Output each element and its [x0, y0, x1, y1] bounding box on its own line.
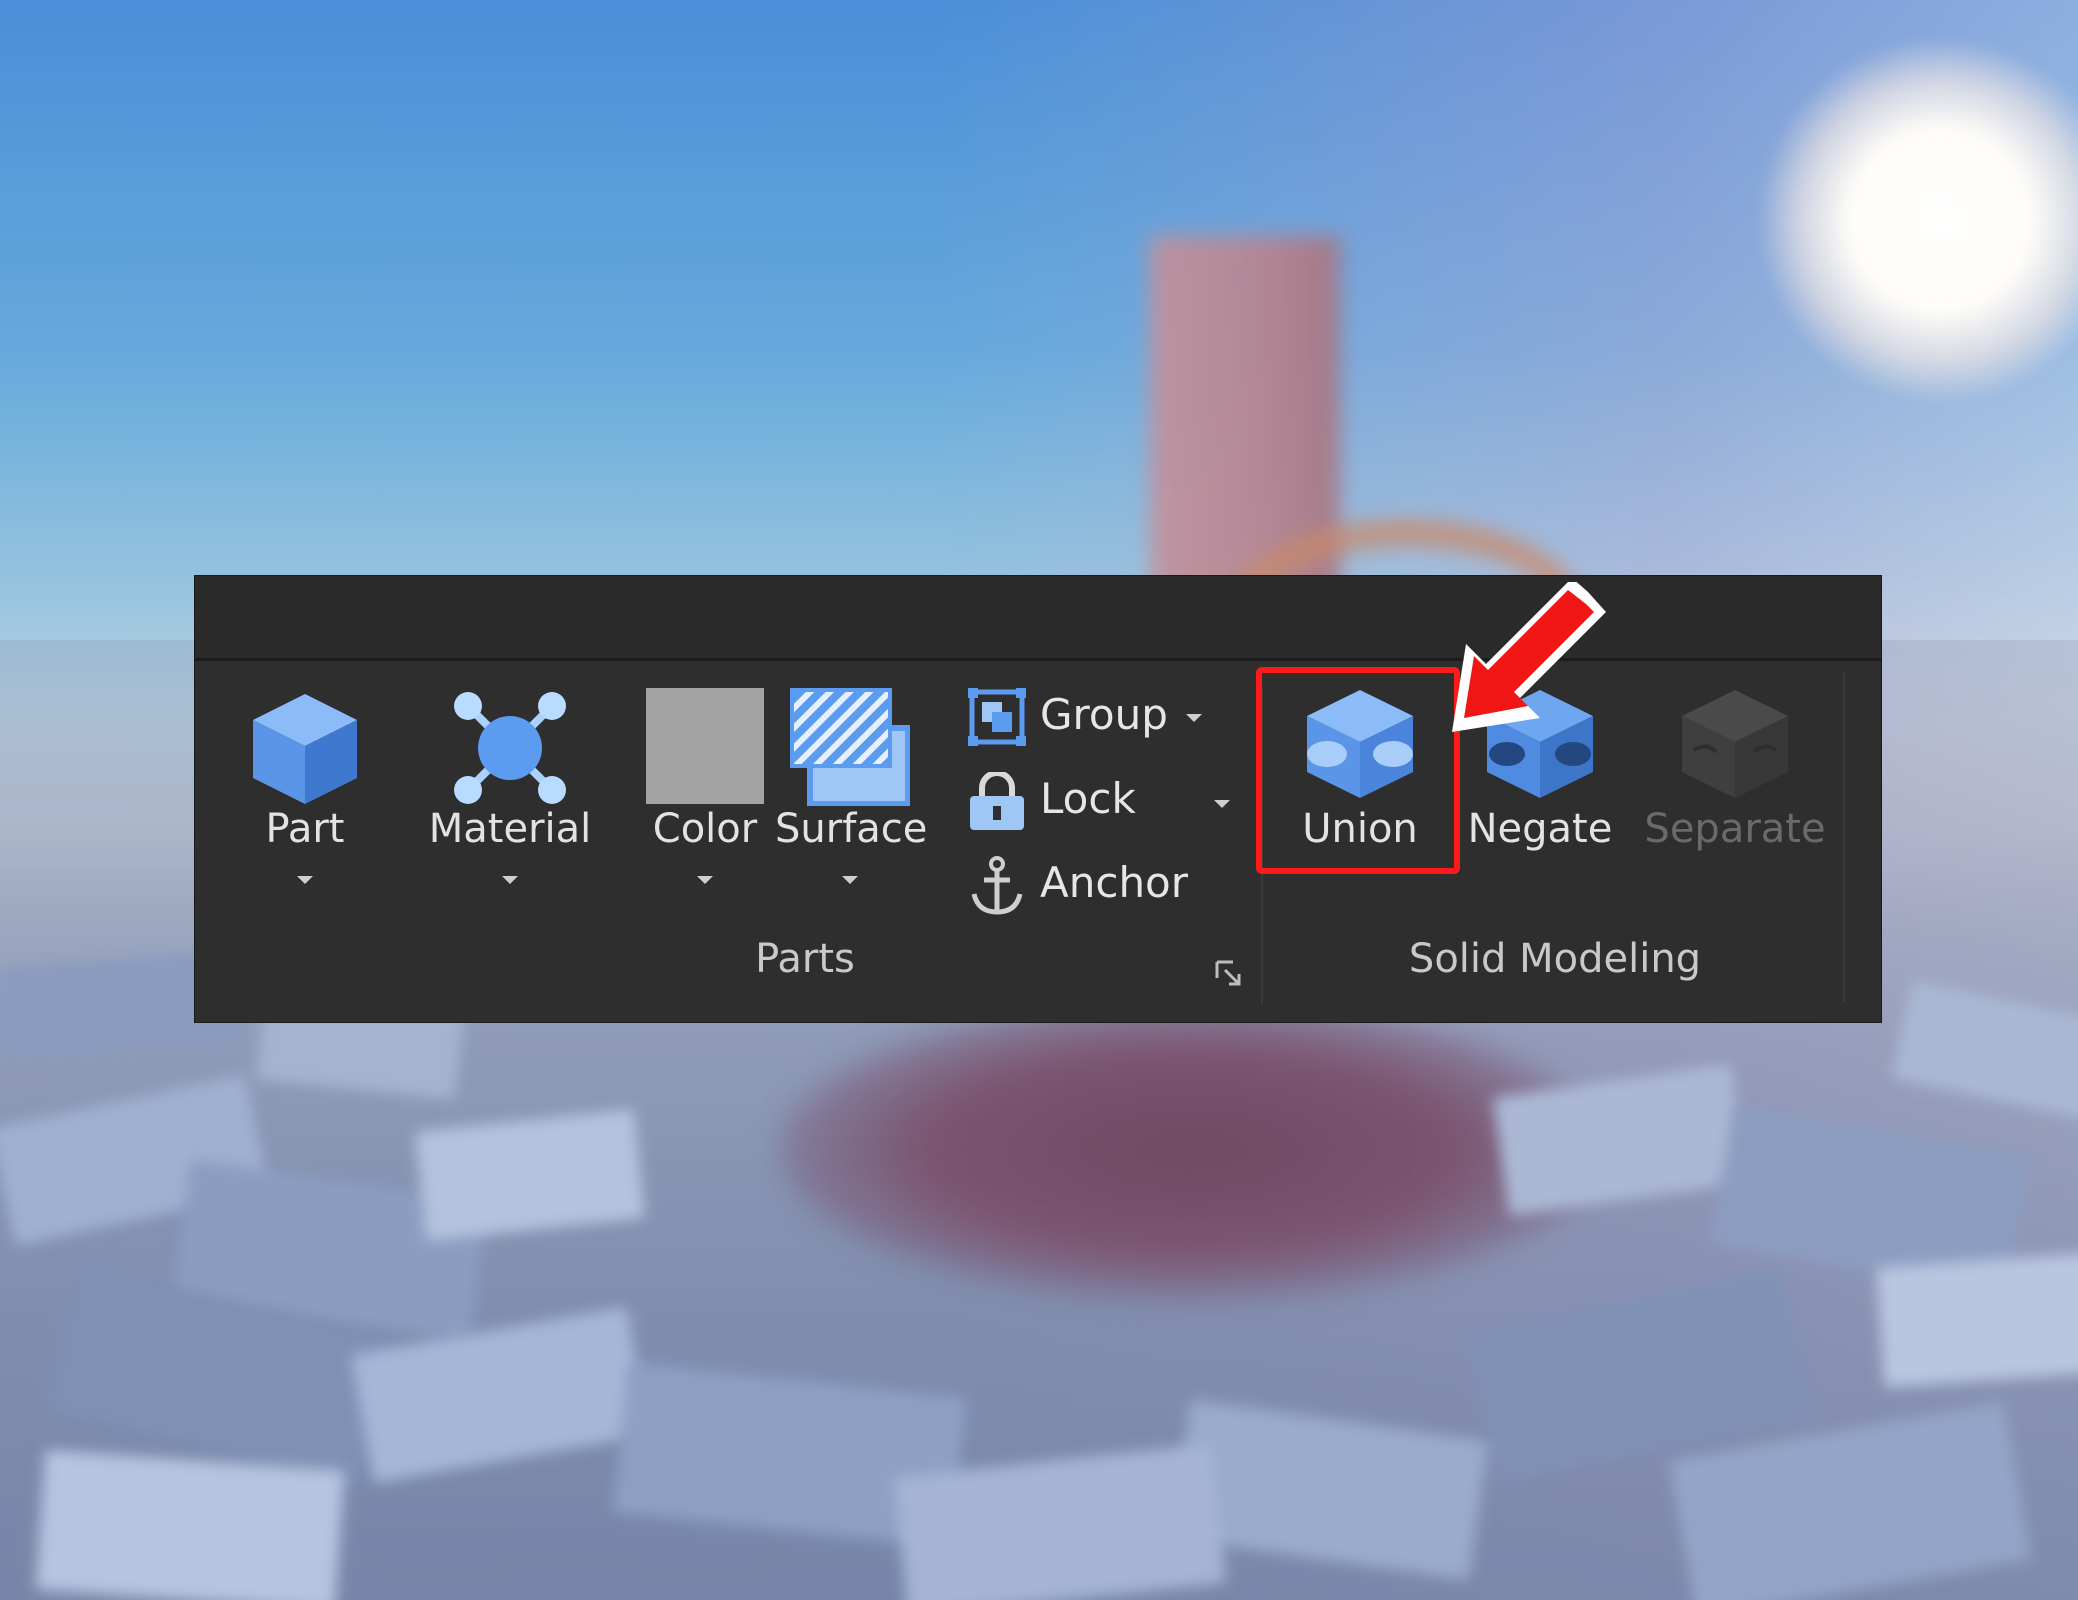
background-block	[35, 1449, 345, 1600]
surface-dropdown-caret-icon[interactable]	[842, 876, 858, 884]
ribbon-toolbar: Part Material Color Surface Group Lock A…	[195, 576, 1881, 1022]
parts-group-label: Parts	[755, 936, 855, 982]
group-dropdown-caret-icon[interactable]	[1186, 714, 1202, 722]
background-block	[414, 1108, 646, 1242]
surface-button[interactable]: Surface	[775, 676, 928, 906]
color-swatch-icon	[646, 688, 764, 804]
material-molecule-icon	[448, 686, 572, 820]
negate-label: Negate	[1467, 806, 1613, 852]
separate-icon	[1676, 686, 1794, 812]
group-label: Group	[1040, 690, 1168, 739]
part-dropdown-caret-icon[interactable]	[297, 876, 313, 884]
expand-settings-icon[interactable]	[1215, 960, 1243, 992]
anchor-label: Anchor	[1040, 858, 1189, 907]
part-button[interactable]: Part	[235, 676, 375, 906]
color-button[interactable]: Color	[635, 676, 775, 906]
disc-part	[780, 1000, 1600, 1300]
color-label: Color	[652, 806, 758, 852]
lock-icon	[968, 770, 1026, 842]
red-arrow-pointer-icon	[1440, 578, 1610, 756]
anchor-icon	[968, 856, 1026, 928]
color-dropdown-caret-icon[interactable]	[697, 876, 713, 884]
material-label: Material	[428, 806, 592, 852]
background-block	[1876, 1252, 2078, 1388]
material-button[interactable]: Material	[425, 676, 595, 906]
lock-dropdown-caret-icon[interactable]	[1214, 800, 1230, 808]
material-dropdown-caret-icon[interactable]	[502, 876, 518, 884]
separate-label: Separate	[1644, 806, 1826, 852]
part-cube-icon	[247, 690, 363, 818]
surface-hatched-icon	[790, 688, 911, 816]
separate-button[interactable]: Separate	[1635, 676, 1835, 856]
group-divider	[1843, 672, 1845, 1002]
surface-label: Surface	[775, 806, 928, 852]
union-highlight-box	[1256, 667, 1460, 874]
group-icon	[968, 688, 1026, 756]
lock-label: Lock	[1040, 774, 1136, 823]
part-label: Part	[265, 806, 345, 852]
ribbon-tab-bar	[195, 576, 1881, 661]
solid-modeling-group-label: Solid Modeling	[1408, 936, 1702, 982]
